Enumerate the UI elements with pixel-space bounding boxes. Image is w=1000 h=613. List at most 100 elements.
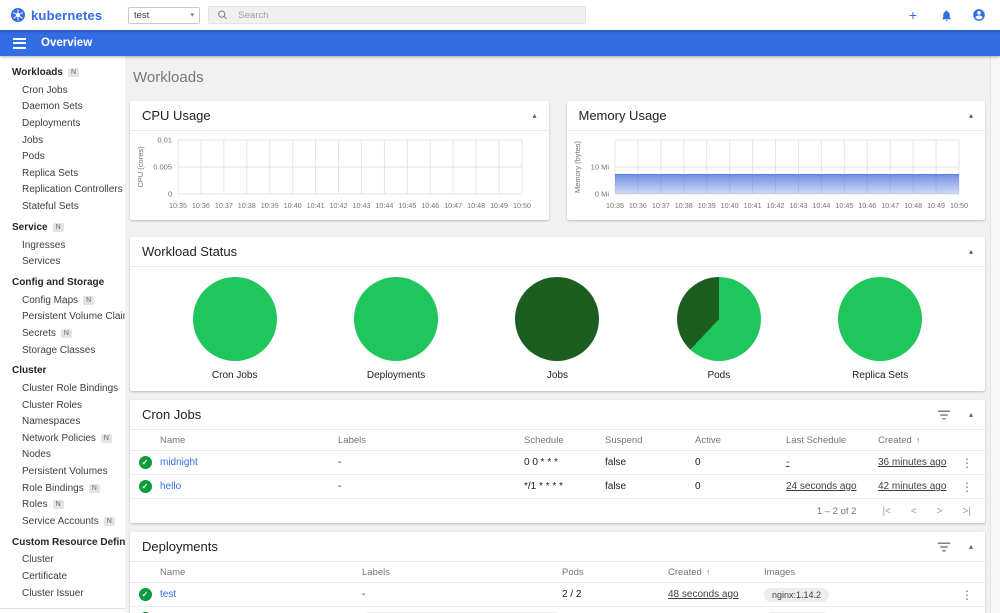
sidebar-item-nodes[interactable]: Nodes (0, 447, 125, 464)
svg-text:10:49: 10:49 (927, 201, 945, 210)
namespaced-badge: N (83, 295, 95, 305)
sidebar-section-config-and-storage[interactable]: Config and Storage (0, 273, 125, 292)
sidebar-item-service-accounts[interactable]: Service Accounts N (0, 513, 125, 530)
row-menu-button[interactable]: ⋮ (957, 456, 977, 470)
resource-name-link[interactable]: midnight (160, 457, 338, 468)
sidebar-item-deployments[interactable]: Deployments (0, 115, 125, 132)
table-header-row: Name Labels Schedule Suspend Active Last Sche… (130, 430, 985, 451)
sidebar-item-namespaces[interactable]: Namespaces (0, 414, 125, 431)
create-resource-button[interactable]: + (904, 6, 922, 24)
previous-page-button[interactable]: < (911, 506, 917, 517)
column-header-labels[interactable]: Labels (338, 435, 524, 446)
collapse-icon[interactable]: ▴ (969, 410, 973, 419)
sidebar-item-replica-sets[interactable]: Replica Sets (0, 165, 125, 182)
sidebar-item-jobs[interactable]: Jobs (0, 132, 125, 149)
resource-name-link[interactable]: hello (160, 481, 338, 492)
sidebar-item-role-bindings[interactable]: Role Bindings N (0, 480, 125, 497)
column-header-active[interactable]: Active (695, 435, 786, 446)
column-header-last-schedule[interactable]: Last Schedule (786, 435, 878, 446)
collapse-icon[interactable]: ▴ (969, 542, 973, 551)
svg-text:10:36: 10:36 (628, 201, 646, 210)
column-header-name[interactable]: Name (160, 567, 362, 578)
check-circle-icon: ✓ (138, 480, 152, 493)
first-page-button[interactable]: |< (882, 506, 890, 517)
svg-text:Memory (bytes): Memory (bytes) (573, 140, 582, 193)
sidebar-item-cluster-role-bindings[interactable]: Cluster Role Bindings (0, 380, 125, 397)
column-header-labels[interactable]: Labels (362, 567, 562, 578)
svg-text:10 Mi: 10 Mi (590, 163, 609, 172)
column-header-schedule[interactable]: Schedule (524, 435, 605, 446)
filter-button[interactable] (937, 542, 951, 552)
memory-usage-title: Memory Usage (578, 108, 667, 123)
column-header-created[interactable]: Created ↑ (668, 567, 764, 578)
sidebar-item-network-policies[interactable]: Network Policies N (0, 430, 125, 447)
chevron-down-icon: ▾ (190, 12, 194, 19)
workload-status-jobs: Jobs (515, 277, 600, 381)
row-menu-button[interactable]: ⋮ (957, 588, 977, 602)
memory-usage-chart: 0 Mi 10 Mi 10:35 10:36 10:37 10:38 10:39 10:40 1… (567, 131, 986, 220)
sidebar-item-daemon-sets[interactable]: Daemon Sets (0, 99, 125, 116)
collapse-icon[interactable]: ▴ (532, 111, 536, 120)
namespace-selector[interactable]: test ▾ (128, 6, 200, 24)
kubernetes-logo[interactable]: kubernetes (0, 7, 118, 23)
svg-text:0.005: 0.005 (153, 163, 172, 172)
sidebar-item-cluster[interactable]: Cluster (0, 552, 125, 569)
schedule-cell: 0 0 * * * (524, 457, 558, 468)
search-input[interactable] (238, 9, 577, 21)
pods-cell: 2 / 2 (562, 589, 582, 600)
sidebar-item-cron-jobs[interactable]: Cron Jobs (0, 82, 125, 99)
workload-status-pie-jobs (515, 277, 600, 361)
collapse-icon[interactable]: ▴ (969, 247, 973, 256)
sidebar-item-pods[interactable]: Pods (0, 148, 125, 165)
search-bar[interactable] (208, 6, 586, 24)
sidebar-item-ingresses[interactable]: Ingresses (0, 237, 125, 254)
resource-name-link[interactable]: test (160, 589, 362, 600)
active-cell: 0 (695, 457, 701, 468)
app-bar: Overview (0, 30, 1000, 56)
namespaced-badge: N (100, 433, 112, 443)
search-icon (218, 10, 227, 20)
sidebar-section-custom-resource-definitions[interactable]: Custom Resource Definitions (0, 533, 125, 552)
last-page-button[interactable]: >| (963, 506, 971, 517)
filter-icon (937, 542, 950, 552)
sidebar-section-workloads[interactable]: Workloads N (0, 63, 125, 82)
sidebar-item-certificate[interactable]: Certificate (0, 568, 125, 585)
notifications-button[interactable] (937, 6, 955, 24)
sidebar-item-secrets[interactable]: Secrets N (0, 325, 125, 342)
sidebar-item-config-maps[interactable]: Config Maps N (0, 292, 125, 309)
deployments-table: Name Labels Pods Created ↑ Images ✓ test - 2 / 2 4… (130, 562, 985, 613)
column-header-suspend[interactable]: Suspend (605, 435, 695, 446)
svg-text:10:40: 10:40 (720, 201, 738, 210)
column-header-name[interactable]: Name (160, 435, 338, 446)
hamburger-icon (13, 37, 26, 40)
workload-status-pie-replica-sets (838, 277, 923, 361)
pagination-range: 1 – 2 of 2 (816, 505, 857, 517)
sidebar-item-stateful-sets[interactable]: Stateful Sets (0, 198, 125, 215)
column-header-created[interactable]: Created ↑ (878, 435, 949, 446)
namespace-value: test (134, 9, 150, 21)
svg-text:10:45: 10:45 (835, 201, 853, 210)
sidebar-item-replication-controllers[interactable]: Replication Controllers (0, 182, 125, 199)
table-row: ✓nginx-deploymentapp: nginx3 / 342 minut… (130, 607, 985, 613)
sidebar-item-persistent-volume-claims[interactable]: Persistent Volume ClaimsN (0, 309, 125, 326)
sidebar-item-cluster-roles[interactable]: Cluster Roles (0, 397, 125, 414)
sidebar-item-persistent-volumes[interactable]: Persistent Volumes (0, 463, 125, 480)
sidebar-section-service[interactable]: Service N (0, 218, 125, 237)
collapse-icon[interactable]: ▴ (969, 111, 973, 120)
column-header-pods[interactable]: Pods (562, 567, 668, 578)
sidebar-item-cluster-issuer[interactable]: Cluster Issuer (0, 585, 125, 602)
menu-button[interactable] (10, 35, 29, 52)
svg-text:10:46: 10:46 (421, 201, 439, 210)
filter-button[interactable] (937, 410, 951, 420)
logo-text: kubernetes (31, 7, 103, 23)
account-button[interactable] (970, 6, 988, 24)
scrollbar-track[interactable] (990, 56, 1000, 613)
sidebar-section-cluster[interactable]: Cluster (0, 361, 125, 380)
next-page-button[interactable]: > (937, 506, 943, 517)
row-menu-button[interactable]: ⋮ (957, 480, 977, 494)
sidebar-item-roles[interactable]: Roles N (0, 496, 125, 513)
sidebar-item-storage-classes[interactable]: Storage Classes (0, 342, 125, 359)
cpu-usage-title: CPU Usage (142, 108, 211, 123)
sidebar-item-services[interactable]: Services (0, 253, 125, 270)
column-header-images[interactable]: Images (764, 567, 949, 578)
